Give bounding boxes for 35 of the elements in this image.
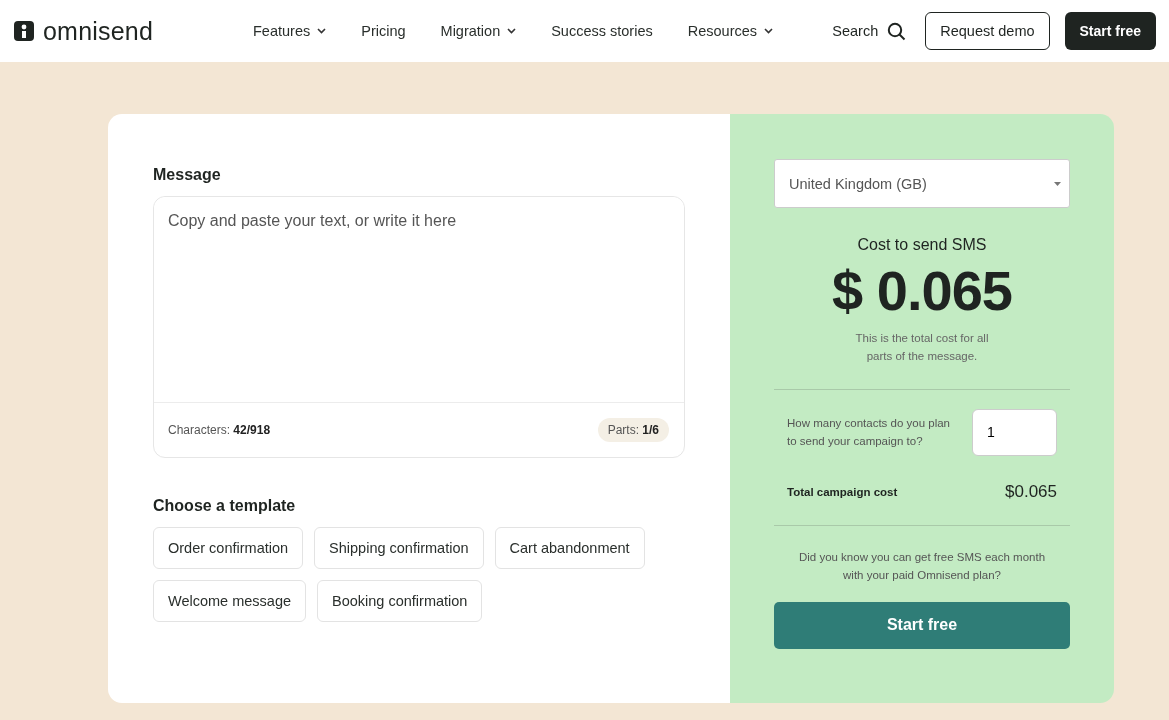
contacts-label: How many contacts do you plan to send your campaign to? bbox=[787, 415, 951, 450]
chevron-down-icon bbox=[507, 28, 517, 34]
cost-note: This is the total cost for all parts of the message. bbox=[854, 331, 990, 365]
request-demo-button[interactable]: Request demo bbox=[925, 12, 1050, 50]
search-icon bbox=[887, 21, 907, 41]
promo-text: Did you know you can get free SMS each month with your paid Omnisend plan? bbox=[797, 549, 1047, 584]
brand-name[interactable]: omnisend bbox=[43, 16, 153, 46]
character-count: Characters: 42/918 bbox=[168, 423, 271, 437]
contacts-input[interactable]: 1 bbox=[972, 408, 1057, 456]
logo-icon bbox=[14, 21, 34, 41]
total-value: $0.065 bbox=[1005, 481, 1057, 502]
nav-link[interactable]: Migration bbox=[440, 23, 517, 39]
search-link[interactable]: Search bbox=[832, 21, 907, 41]
template-button[interactable]: Order confirmation bbox=[153, 527, 304, 569]
template-button[interactable]: Shipping confirmation bbox=[314, 527, 484, 569]
chevron-down-icon bbox=[317, 28, 327, 34]
nav-link[interactable]: Resources bbox=[687, 23, 774, 39]
nav-link[interactable]: Features bbox=[253, 23, 327, 39]
nav-link[interactable]: Pricing bbox=[361, 23, 406, 39]
start-free-button[interactable]: Start free bbox=[774, 601, 1070, 649]
template-button[interactable]: Cart abandonment bbox=[494, 527, 645, 569]
country-select[interactable]: United Kingdom (GB) bbox=[774, 159, 1070, 208]
start-free-button[interactable]: Start free bbox=[1064, 12, 1156, 50]
chevron-down-icon bbox=[764, 28, 774, 34]
message-field[interactable]: Copy and paste your text, or write it here Characters: 42/918 Parts: 1/6 bbox=[153, 196, 685, 458]
template-button[interactable]: Welcome message bbox=[153, 580, 307, 622]
nav-link[interactable]: Success stories bbox=[551, 23, 653, 39]
parts-count: Parts: 1/6 bbox=[597, 418, 669, 442]
section-heading: Choose a template bbox=[153, 497, 297, 515]
cost-title: Cost to send SMS bbox=[856, 236, 988, 254]
total-label: Total campaign cost bbox=[787, 485, 898, 498]
section-heading: Message bbox=[153, 166, 222, 184]
caret-icon bbox=[1054, 181, 1061, 186]
cost-amount: $ 0.065 bbox=[831, 258, 1013, 323]
template-button[interactable]: Booking confirmation bbox=[317, 580, 483, 622]
